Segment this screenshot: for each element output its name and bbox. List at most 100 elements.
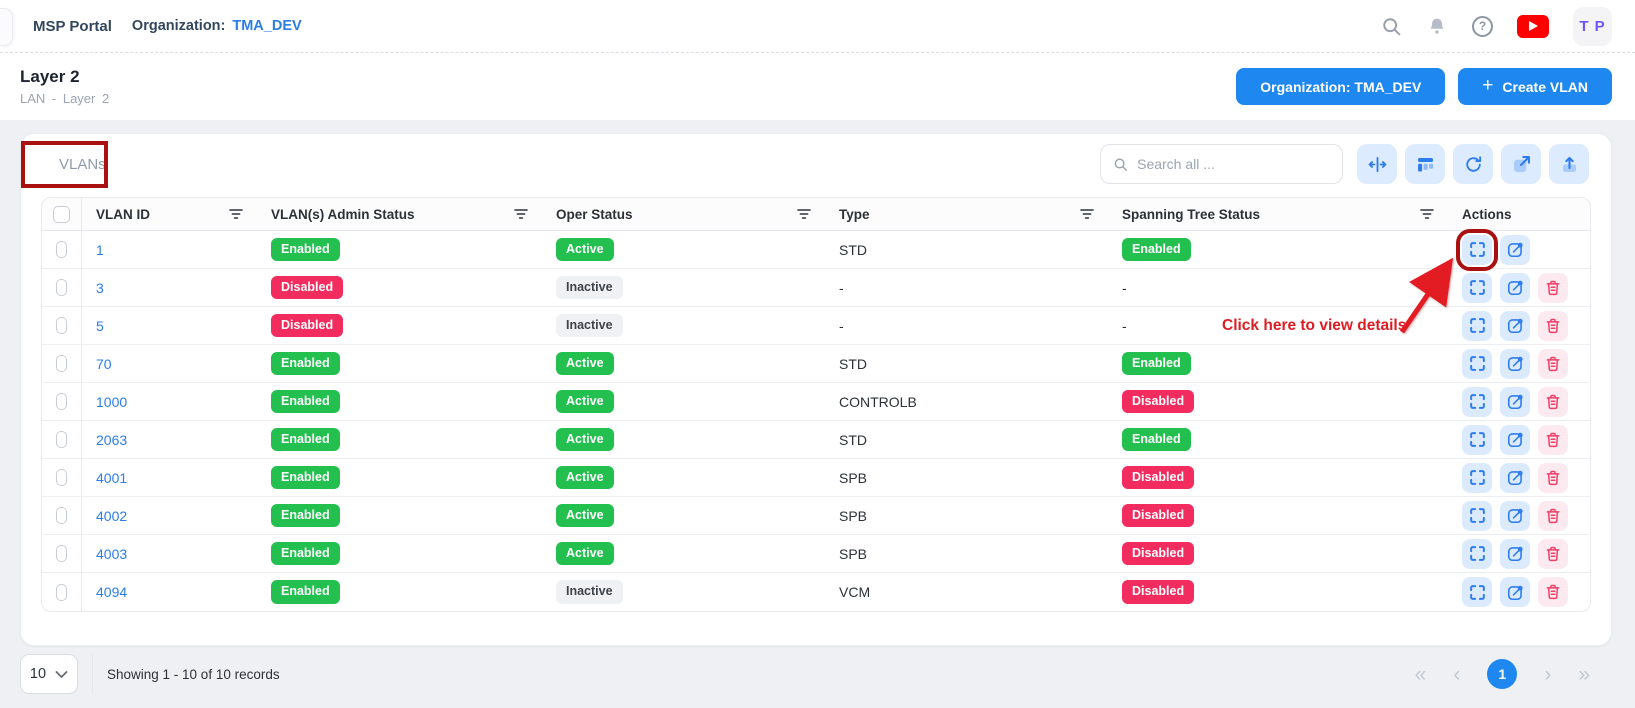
edit-button[interactable] — [1500, 387, 1530, 417]
vlan-id-link[interactable]: 1000 — [96, 394, 127, 410]
view-details-button[interactable] — [1462, 539, 1492, 569]
vlan-id-link[interactable]: 4003 — [96, 546, 127, 562]
admin-status-badge: Enabled — [271, 352, 340, 376]
row-checkbox[interactable] — [56, 393, 67, 410]
vlan-id-link[interactable]: 70 — [96, 356, 112, 372]
prev-page-button[interactable]: ‹ — [1453, 664, 1460, 685]
row-checkbox[interactable] — [56, 279, 67, 296]
vlan-id-link[interactable]: 4001 — [96, 470, 127, 486]
type-value: - — [839, 318, 844, 334]
search-input[interactable] — [1137, 156, 1330, 172]
trash-icon — [1544, 507, 1562, 525]
admin-status-badge: Enabled — [271, 580, 340, 604]
tab-vlans[interactable]: VLANs — [39, 144, 128, 187]
last-page-button[interactable]: » — [1578, 664, 1590, 685]
topbar-right: ? T P — [1380, 7, 1612, 46]
row-checkbox[interactable] — [56, 507, 67, 524]
oper-status-badge: Active — [556, 504, 614, 528]
view-details-button[interactable] — [1462, 273, 1492, 303]
edit-button[interactable] — [1500, 577, 1530, 607]
refresh-button[interactable] — [1453, 144, 1493, 184]
view-details-button[interactable] — [1462, 425, 1492, 455]
fit-columns-button[interactable] — [1357, 144, 1397, 184]
table-body: 1 Enabled Active STD Enabled 3 Disabled — [42, 231, 1590, 611]
filter-icon[interactable] — [1080, 208, 1094, 220]
row-checkbox[interactable] — [56, 469, 67, 486]
delete-button[interactable] — [1538, 539, 1568, 569]
vlan-id-link[interactable]: 4094 — [96, 584, 127, 600]
delete-button[interactable] — [1538, 387, 1568, 417]
delete-button[interactable] — [1538, 425, 1568, 455]
filter-icon[interactable] — [797, 208, 811, 220]
filter-icon[interactable] — [1420, 208, 1434, 220]
column-header-admin-status[interactable]: VLAN(s) Admin Status — [257, 198, 542, 230]
edit-button[interactable] — [1500, 349, 1530, 379]
expand-icon — [1468, 316, 1487, 335]
row-checkbox[interactable] — [56, 317, 67, 334]
view-details-button[interactable] — [1462, 463, 1492, 493]
help-icon[interactable]: ? — [1472, 16, 1493, 37]
edit-button[interactable] — [1500, 273, 1530, 303]
column-header-spanning-tree[interactable]: Spanning Tree Status — [1108, 198, 1448, 230]
filter-icon[interactable] — [229, 208, 243, 220]
view-details-button[interactable] — [1462, 501, 1492, 531]
column-header-actions: Actions — [1448, 198, 1590, 230]
admin-status-badge: Disabled — [271, 276, 343, 300]
edit-button[interactable] — [1500, 539, 1530, 569]
vlan-id-link[interactable]: 2063 — [96, 432, 127, 448]
vlan-id-link[interactable]: 4002 — [96, 508, 127, 524]
admin-status-badge: Enabled — [271, 542, 340, 566]
organization-button[interactable]: Organization: TMA_DEV — [1236, 68, 1445, 105]
view-details-button[interactable] — [1462, 349, 1492, 379]
row-checkbox[interactable] — [56, 431, 67, 448]
edit-button[interactable] — [1500, 425, 1530, 455]
delete-button[interactable] — [1538, 463, 1568, 493]
create-vlan-button[interactable]: + Create VLAN — [1458, 68, 1612, 105]
search-icon[interactable] — [1380, 15, 1402, 37]
filter-icon[interactable] — [514, 208, 528, 220]
vlan-id-link[interactable]: 1 — [96, 242, 104, 258]
column-header-vlan-id[interactable]: VLAN ID — [82, 198, 257, 230]
view-details-button[interactable] — [1462, 311, 1492, 341]
avatar[interactable]: T P — [1573, 7, 1612, 46]
brand: MSP Portal — [33, 18, 112, 35]
edit-button[interactable] — [1500, 311, 1530, 341]
delete-button[interactable] — [1538, 577, 1568, 607]
select-all-checkbox[interactable] — [53, 206, 70, 223]
column-header-oper-status[interactable]: Oper Status — [542, 198, 825, 230]
vlan-id-link[interactable]: 3 — [96, 280, 104, 296]
delete-button[interactable] — [1538, 311, 1568, 341]
delete-button[interactable] — [1538, 501, 1568, 531]
current-page-button[interactable]: 1 — [1487, 659, 1517, 689]
youtube-icon[interactable] — [1517, 15, 1549, 38]
org-value-link[interactable]: TMA_DEV — [232, 18, 301, 34]
oper-status-badge: Active — [556, 428, 614, 452]
row-checkbox[interactable] — [56, 355, 67, 372]
trash-icon — [1544, 279, 1562, 297]
column-chooser-button[interactable] — [1405, 144, 1445, 184]
page-size-select[interactable]: 10 — [20, 654, 78, 694]
export-button[interactable] — [1549, 144, 1589, 184]
bell-icon[interactable] — [1426, 15, 1448, 37]
vlan-id-link[interactable]: 5 — [96, 318, 104, 334]
delete-button[interactable] — [1538, 349, 1568, 379]
row-checkbox[interactable] — [56, 241, 67, 258]
edit-icon — [1506, 583, 1525, 602]
view-details-button[interactable] — [1462, 577, 1492, 607]
row-checkbox[interactable] — [56, 545, 67, 562]
view-details-button[interactable] — [1462, 235, 1492, 265]
sidebar-toggle-handle[interactable] — [0, 8, 13, 46]
edit-button[interactable] — [1500, 235, 1530, 265]
edit-button[interactable] — [1500, 501, 1530, 531]
delete-button[interactable] — [1538, 273, 1568, 303]
open-in-new-button[interactable] — [1501, 144, 1541, 184]
column-header-type[interactable]: Type — [825, 198, 1108, 230]
next-page-button[interactable]: › — [1544, 664, 1551, 685]
edit-button[interactable] — [1500, 463, 1530, 493]
row-checkbox[interactable] — [56, 584, 67, 601]
edit-icon — [1506, 240, 1525, 259]
view-details-button[interactable] — [1462, 387, 1492, 417]
oper-status-badge: Active — [556, 238, 614, 262]
expand-icon — [1468, 240, 1487, 259]
first-page-button[interactable]: « — [1415, 664, 1427, 685]
